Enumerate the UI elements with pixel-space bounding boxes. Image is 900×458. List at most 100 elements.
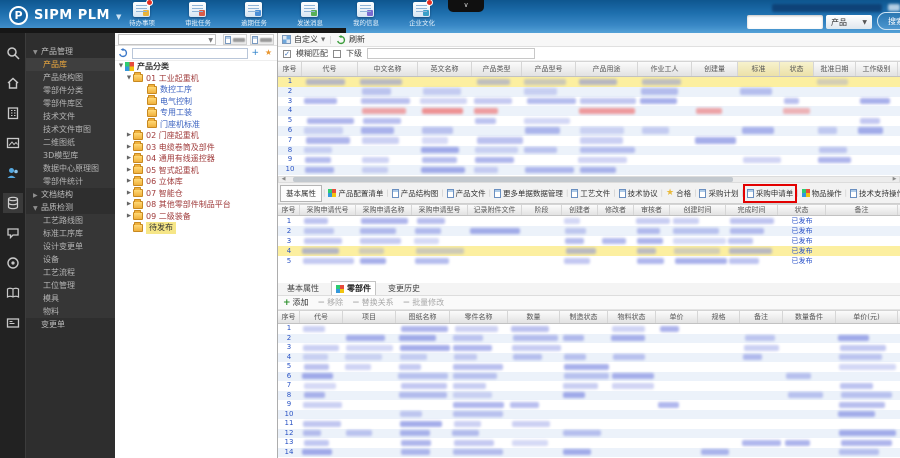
sidebar-item-0-5[interactable]: 技术文件审图 (26, 123, 115, 136)
building-icon[interactable] (6, 106, 20, 120)
sidebar-item-2-5[interactable]: 工位管理 (26, 279, 115, 292)
support-icon[interactable] (6, 256, 20, 270)
help-link-redacted[interactable] (888, 4, 900, 11)
table-row[interactable]: 2 已发布 (278, 226, 900, 236)
table-row[interactable]: 1 已发布 (278, 216, 900, 226)
column-header[interactable]: 项目 (343, 311, 396, 323)
column-header[interactable]: 修改者 (598, 205, 634, 215)
card-icon[interactable] (6, 316, 20, 330)
horizontal-scrollbar[interactable]: ◀ ▶ (278, 176, 900, 183)
column-header[interactable]: 英文名称 (418, 62, 472, 76)
column-header[interactable]: 产品型号 (522, 62, 576, 76)
column-header[interactable]: 完成时间 (726, 205, 778, 215)
column-header[interactable]: 批准日期 (814, 62, 856, 76)
table-row[interactable]: 6 (278, 371, 900, 381)
table-row[interactable]: 13 (278, 438, 900, 448)
table-row[interactable]: 1 (278, 77, 900, 87)
sidebar-item-0-8[interactable]: 数据中心原理图 (26, 162, 115, 175)
scroll-left-icon[interactable]: ◀ (279, 177, 288, 182)
tree-node-4[interactable]: ▶ 05 智式起重机 (115, 164, 277, 177)
book-icon[interactable] (6, 286, 20, 300)
action-button-0[interactable]: 基本属性 (280, 184, 322, 202)
module-my-info[interactable]: 我的信息 (342, 2, 389, 28)
column-header[interactable]: 创建者 (562, 205, 598, 215)
column-header[interactable]: 数量 (508, 311, 560, 323)
tree-node-5[interactable]: ▶ 06 立体库 (115, 175, 277, 188)
tree-node-7[interactable]: ▶ 08 其他零部件制品平台 (115, 198, 277, 211)
action-button-7[interactable]: ★ 合格 (664, 186, 693, 201)
action-button-11[interactable]: 技术支持操作 (848, 186, 900, 201)
app-logo[interactable]: P SIPM PLM ▼ (9, 6, 121, 25)
caret-icon[interactable]: ▶ (125, 165, 133, 177)
table-row[interactable]: 1 (278, 324, 900, 334)
detail-tab-2[interactable]: 变更历史 (384, 282, 424, 295)
column-header[interactable]: 序号 (278, 311, 300, 323)
table-row[interactable]: 2 (278, 86, 900, 97)
tree-child-0-0[interactable]: 数控工序 (115, 83, 277, 96)
column-header[interactable]: 备注 (740, 311, 783, 323)
table-row[interactable]: 10 (278, 165, 900, 175)
column-header[interactable]: 审核者 (634, 205, 670, 215)
sidebar-item-2-6[interactable]: 模具 (26, 292, 115, 305)
table-row[interactable]: 7 (278, 381, 900, 391)
column-header[interactable]: 采购申请型号 (412, 205, 468, 215)
module-enterprise[interactable]: 企业文化 (398, 0, 445, 28)
module-todo[interactable]: 待办事项 (118, 0, 165, 28)
caret-icon[interactable]: ▶ (125, 176, 133, 188)
sidebar-item-2-7[interactable]: 物料 (26, 305, 115, 318)
tree-export-button[interactable] (250, 34, 274, 45)
global-search-input[interactable] (747, 15, 823, 29)
column-header[interactable]: 单价 (656, 311, 698, 323)
tree-node-6[interactable]: ▶ 07 智能仓 (115, 187, 277, 200)
sidebar-item-0-4[interactable]: 技术文件 (26, 110, 115, 123)
search-category-select[interactable]: 产品 ▼ (826, 15, 872, 29)
column-header[interactable]: 物料状态 (608, 311, 656, 323)
table-row[interactable]: 4 (278, 106, 900, 117)
chat-icon[interactable] (6, 226, 20, 240)
column-header[interactable]: 图纸名称 (396, 311, 450, 323)
quick-filter-input[interactable] (367, 48, 535, 59)
table-row[interactable]: 3 (278, 343, 900, 353)
table-row[interactable]: 9 (278, 400, 900, 410)
table-row[interactable]: 2 (278, 333, 900, 343)
column-header[interactable]: 状态 (778, 205, 826, 215)
column-header[interactable]: 数量备件 (783, 311, 836, 323)
add-node-icon[interactable]: + (251, 47, 259, 59)
column-header[interactable]: 规格 (698, 311, 740, 323)
column-header[interactable]: 记录附件文件 (468, 205, 522, 215)
sidebar-item-0-6[interactable]: 二维图纸 (26, 136, 115, 149)
sidebar-section-0[interactable]: ▼ 产品管理 (26, 45, 115, 58)
detail-button-0[interactable]: + 添加 (283, 297, 309, 308)
tree-node-0[interactable]: ▼ 01 工业起重机 (115, 72, 277, 85)
table-row[interactable]: 14 (278, 447, 900, 457)
caret-icon[interactable]: ▼ (125, 73, 133, 85)
column-header[interactable]: 序号 (278, 62, 302, 76)
tree-node-1[interactable]: ▶ 02 门座起重机 (115, 129, 277, 142)
sidebar-item-2-4[interactable]: 工艺流程 (26, 266, 115, 279)
sidebar-item-0-3[interactable]: 零部件库区 (26, 97, 115, 110)
table-row[interactable]: 11 (278, 419, 900, 429)
caret-icon[interactable]: ▶ (125, 211, 133, 223)
table-row[interactable]: 4 (278, 352, 900, 362)
sublevel-checkbox[interactable] (333, 49, 341, 58)
caret-icon[interactable]: ▶ (125, 199, 133, 211)
sidebar-item-2-3[interactable]: 设备 (26, 253, 115, 266)
sidebar-section-3[interactable]: 变更单 (26, 318, 115, 331)
action-button-3[interactable]: 产品文件 (445, 186, 488, 201)
fuzzy-checkbox[interactable]: ✓ (283, 49, 291, 58)
column-header[interactable]: 序号 (278, 205, 300, 215)
refresh-icon[interactable] (118, 48, 128, 58)
table-row[interactable]: 8 (278, 390, 900, 400)
table-row[interactable]: 3 已发布 (278, 236, 900, 246)
home-icon[interactable] (6, 76, 20, 90)
sidebar-section-1[interactable]: ▶ 文档结构 (26, 188, 115, 201)
module-approve-task[interactable]: 审批任务 (174, 2, 221, 28)
column-header[interactable]: 状态 (780, 62, 814, 76)
tree-child-0-3[interactable]: 门座机标准 (115, 118, 277, 131)
tree-node-2[interactable]: ▶ 03 电缆卷筒及部件 (115, 141, 277, 154)
column-header[interactable]: 采购申请代号 (300, 205, 356, 215)
table-row[interactable]: 3 (278, 97, 900, 107)
action-button-8[interactable]: 采购计划 (697, 186, 740, 201)
tree-node-3[interactable]: ▶ 04 通用有线遥控器 (115, 152, 277, 165)
sidebar-item-0-9[interactable]: 零部件统计 (26, 175, 115, 188)
